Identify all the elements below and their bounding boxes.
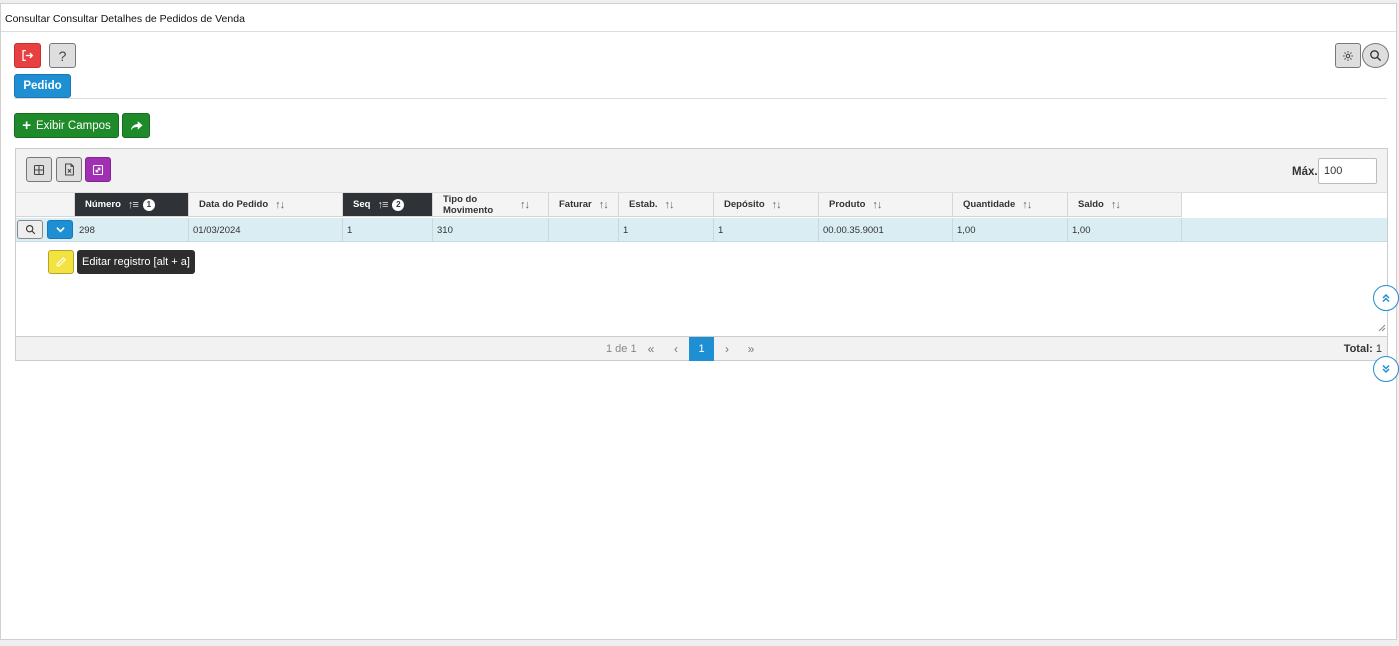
app-window: Consultar Consultar Detalhes de Pedidos …: [0, 3, 1399, 640]
title-divider: [1, 31, 1398, 32]
header-label: Saldo: [1078, 199, 1104, 210]
sort-order-badge: 2: [392, 198, 405, 211]
search-button[interactable]: [1362, 43, 1389, 68]
help-button[interactable]: ?: [49, 43, 76, 68]
max-label: Máx.: [1292, 166, 1318, 178]
next-page-button[interactable]: ›: [718, 340, 736, 358]
chevron-down-icon: [55, 227, 65, 233]
double-chevron-up-icon: [1382, 293, 1390, 303]
grid-layout-button[interactable]: [26, 157, 52, 182]
header-label: Quantidade: [963, 199, 1016, 210]
window-title: Consultar Consultar Detalhes de Pedidos …: [5, 13, 245, 25]
sort-icon: ↑↓: [275, 198, 285, 211]
edit-record-button[interactable]: [48, 250, 74, 274]
first-page-button[interactable]: «: [642, 340, 660, 358]
share-arrow-icon: [130, 120, 143, 130]
resize-handle-icon[interactable]: [1378, 324, 1386, 332]
cell-estab: 1: [619, 218, 714, 242]
total-value: 1: [1375, 343, 1382, 355]
pencil-icon: [56, 257, 66, 267]
edit-tooltip: Editar registro [alt + a]: [77, 250, 195, 274]
header-numero[interactable]: Número ↑≡ 1: [75, 193, 189, 217]
cell-seq: 1: [343, 218, 433, 242]
sort-icon: ↑↓: [598, 198, 609, 211]
excel-file-icon: [64, 163, 74, 176]
plus-icon: +: [22, 117, 31, 134]
exibir-campos-label: Exibir Campos: [35, 119, 111, 132]
scroll-down-button[interactable]: [1373, 356, 1399, 382]
pagination-bar: 1 de 1 « ‹ 1 › » Total: 1: [16, 336, 1387, 361]
tab-pedido[interactable]: Pedido: [14, 74, 71, 98]
sort-icon: ↑↓: [1022, 198, 1032, 211]
grid-toolbar: Máx.: [16, 149, 1387, 193]
gear-icon: [1343, 50, 1353, 61]
header-actions-column: [16, 193, 75, 217]
prev-page-button[interactable]: ‹: [667, 340, 685, 358]
cell-faturar: [549, 218, 619, 242]
current-page-button[interactable]: 1: [689, 337, 714, 361]
header-label: Tipo do Movimento: [443, 193, 494, 216]
cell-tipo-movimento: 310: [433, 218, 549, 242]
view-record-button[interactable]: [17, 220, 43, 239]
fullscreen-button[interactable]: [85, 157, 111, 182]
header-estab[interactable]: Estab. ↑↓: [619, 193, 714, 217]
header-saldo[interactable]: Saldo ↑↓: [1068, 193, 1182, 217]
sort-asc-icon: ↑≡: [127, 198, 139, 211]
header-label: Depósito: [724, 199, 765, 210]
grid-icon: [33, 164, 45, 175]
exibir-campos-button[interactable]: + Exibir Campos: [14, 113, 119, 138]
header-label: Faturar: [559, 199, 592, 210]
exit-icon: [22, 49, 34, 62]
sort-icon: ↑↓: [872, 198, 882, 211]
cell-produto: 00.00.35.9001: [819, 218, 953, 242]
cell-numero: 298: [75, 218, 189, 242]
header-tipo-movimento[interactable]: Tipo do Movimento ↑↓: [433, 193, 549, 217]
cell-quantidade: 1,00: [953, 218, 1068, 242]
sort-order-badge: 1: [142, 198, 155, 211]
cell-deposito: 1: [714, 218, 819, 242]
sort-asc-icon: ↑≡: [377, 198, 388, 211]
header-data-pedido[interactable]: Data do Pedido ↑↓: [189, 193, 343, 217]
table-row[interactable]: 298 01/03/2024 1 310 1 1 00.00.35.9001 1…: [16, 218, 1387, 242]
fullscreen-icon: [92, 164, 104, 175]
header-faturar[interactable]: Faturar ↑↓: [549, 193, 619, 217]
share-button[interactable]: [122, 113, 150, 138]
exit-button[interactable]: [14, 43, 41, 68]
row-actions-toggle[interactable]: [47, 220, 73, 239]
header-label: Seq: [353, 199, 371, 210]
max-records-input[interactable]: [1318, 158, 1377, 184]
header-produto[interactable]: Produto ↑↓: [819, 193, 953, 217]
page-info: 1 de 1: [606, 343, 637, 355]
grid-panel: Máx. Número ↑≡ 1 Data do Pedido ↑↓ Seq ↑…: [15, 148, 1388, 361]
export-excel-button[interactable]: [56, 157, 82, 182]
search-icon: [25, 224, 35, 235]
last-page-button[interactable]: »: [742, 340, 760, 358]
tab-divider: [14, 98, 1387, 99]
sort-icon: ↑↓: [664, 198, 675, 211]
sort-icon: ↑↓: [520, 198, 530, 211]
cell-saldo: 1,00: [1068, 218, 1182, 242]
question-icon: ?: [58, 47, 67, 64]
double-chevron-down-icon: [1382, 364, 1390, 374]
sort-icon: ↑↓: [1110, 198, 1121, 211]
total-count: Total: 1: [1344, 343, 1382, 355]
header-label: Número: [85, 199, 121, 210]
total-label: Total:: [1343, 343, 1373, 355]
header-seq[interactable]: Seq ↑≡ 2: [343, 193, 433, 217]
cell-data-pedido: 01/03/2024: [189, 218, 343, 242]
header-quantidade[interactable]: Quantidade ↑↓: [953, 193, 1068, 217]
header-deposito[interactable]: Depósito ↑↓: [714, 193, 819, 217]
header-label: Produto: [829, 199, 866, 210]
header-label: Estab.: [629, 199, 658, 210]
search-icon: [1370, 50, 1382, 62]
header-label: Data do Pedido: [199, 199, 269, 210]
scroll-up-button[interactable]: [1373, 285, 1399, 311]
settings-button[interactable]: [1335, 43, 1361, 68]
sort-icon: ↑↓: [771, 198, 782, 211]
